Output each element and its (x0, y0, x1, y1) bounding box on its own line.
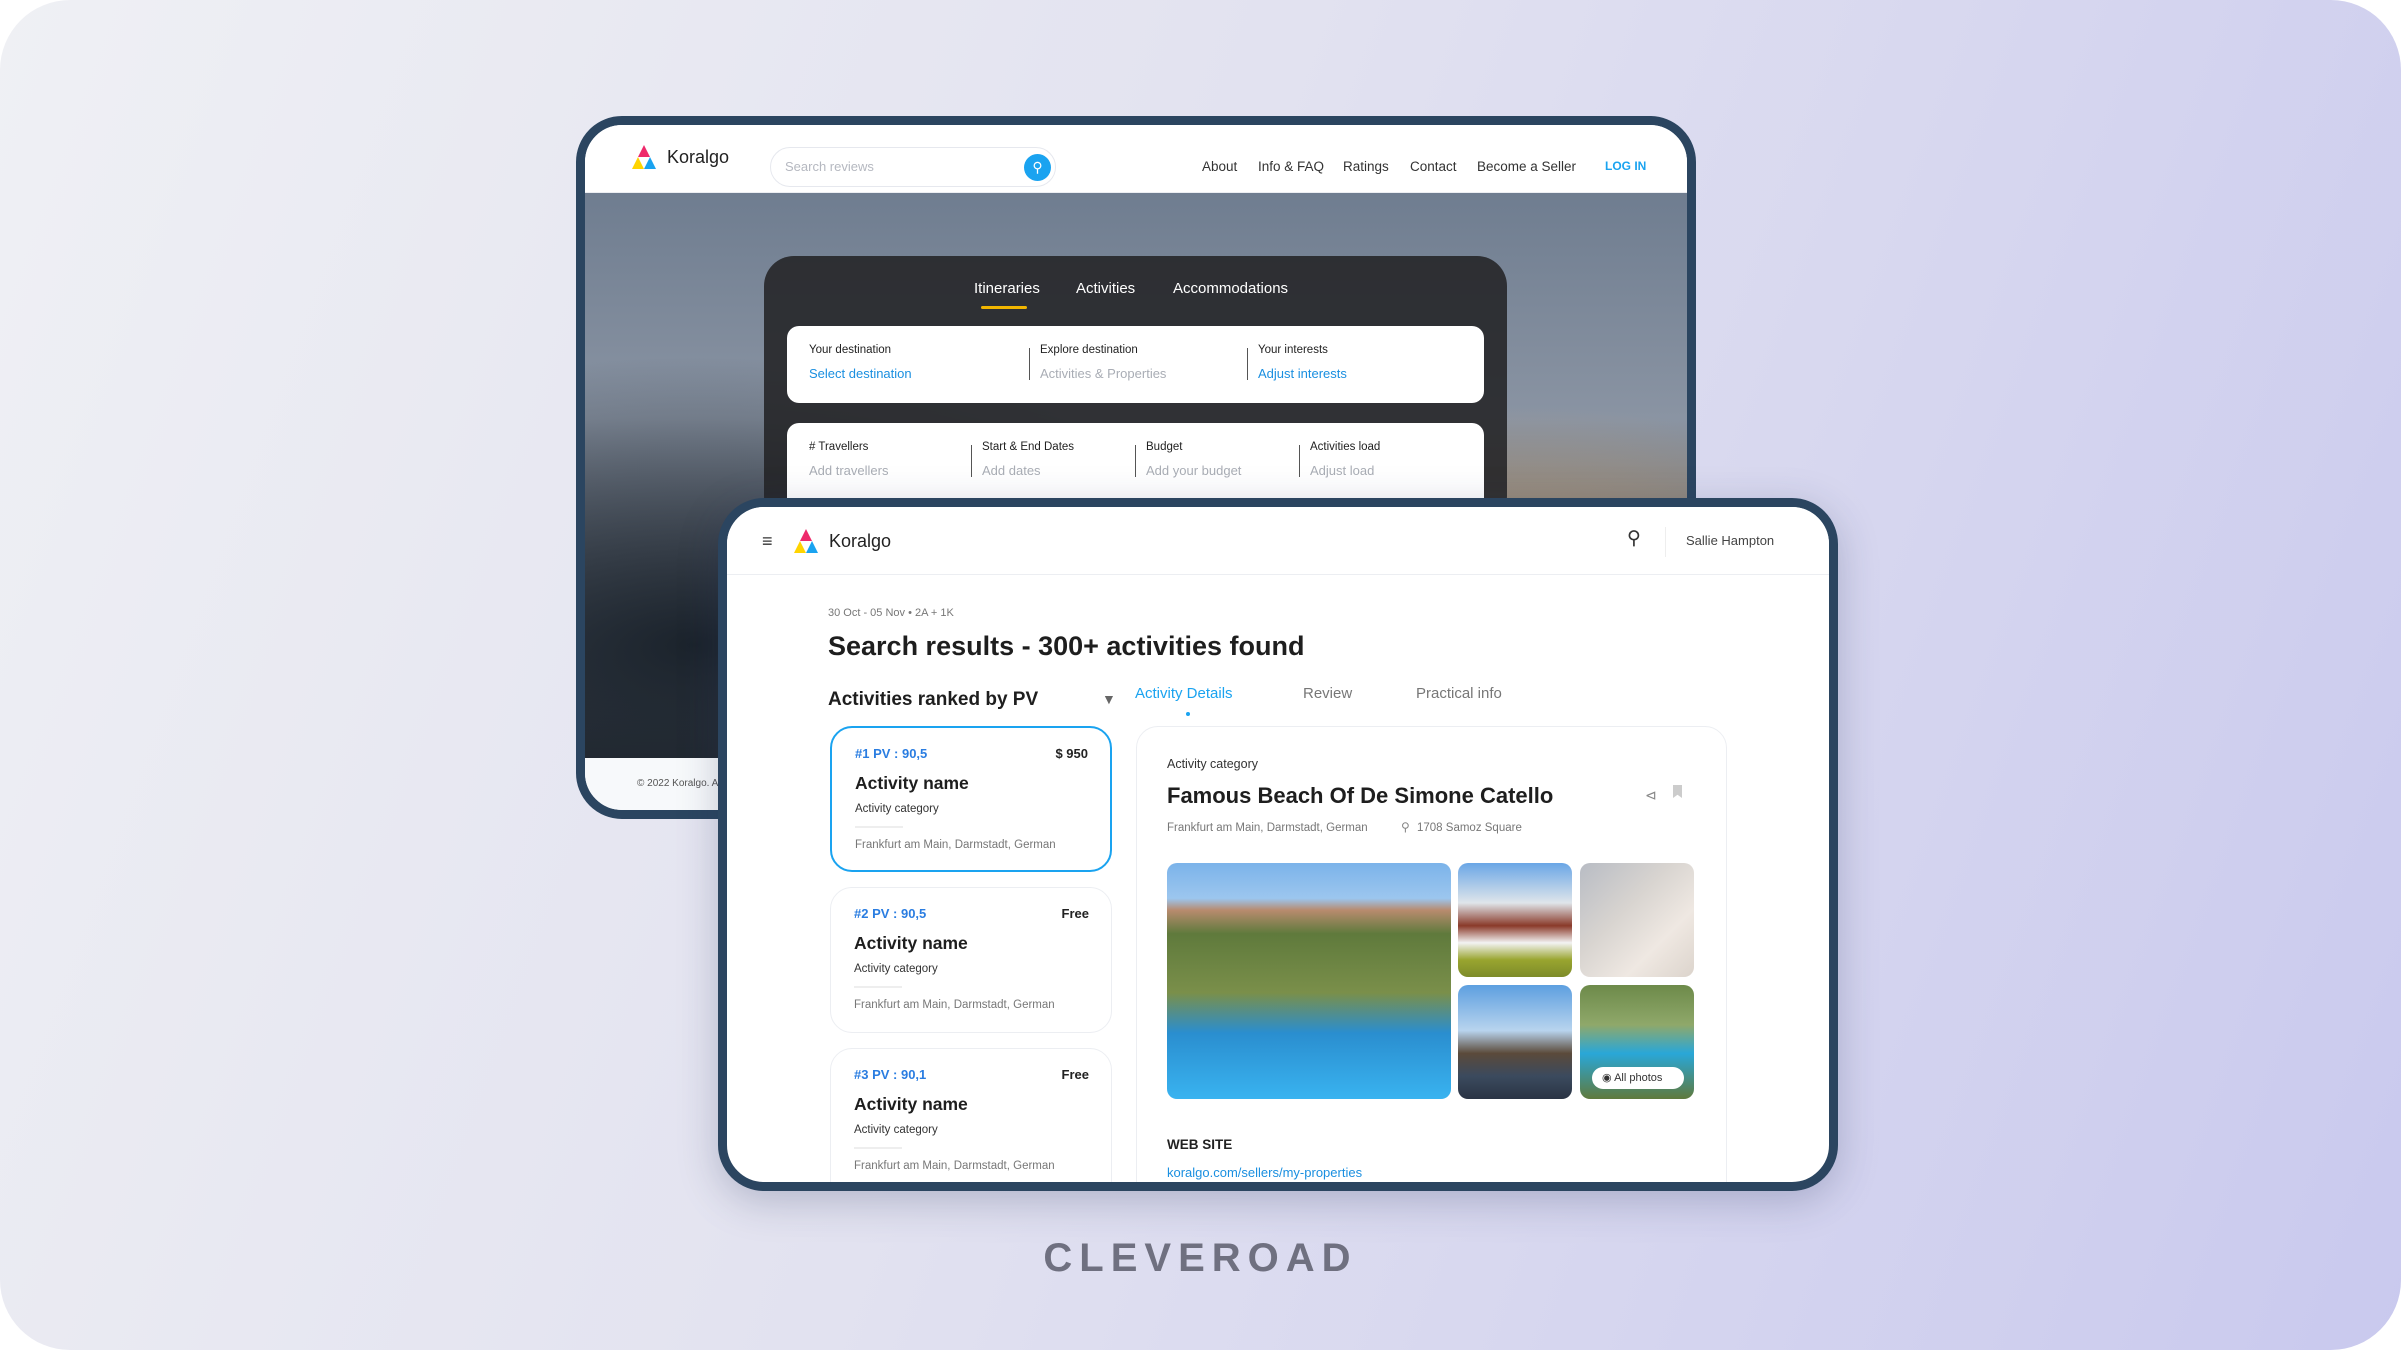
website-link[interactable]: koralgo.com/sellers/my-properties (1167, 1165, 1362, 1180)
divider (1247, 348, 1248, 380)
divider (1029, 348, 1030, 380)
active-tab-dot (1186, 712, 1190, 716)
brand-logo[interactable]: Koralgo (793, 529, 891, 553)
gallery-photo[interactable]: ◉ All photos (1580, 985, 1694, 1099)
date-range: 30 Oct - 05 Nov (828, 607, 906, 619)
detail-location: Frankfurt am Main, Darmstadt, German (1167, 822, 1368, 834)
activities-load-field[interactable]: Adjust load (1310, 463, 1374, 478)
all-photos-button[interactable]: ◉ All photos (1592, 1067, 1684, 1089)
gallery-photo[interactable] (1458, 985, 1572, 1099)
field-label: # Travellers (809, 441, 869, 453)
active-tab-underline (981, 306, 1027, 309)
search-icon[interactable]: ⚲ (1024, 154, 1051, 181)
search-icon[interactable]: ⚲ (1627, 527, 1641, 550)
price: $ 950 (1055, 746, 1088, 761)
detail-category: Activity category (1167, 757, 1259, 771)
tab-practical-info[interactable]: Practical info (1416, 685, 1502, 702)
travellers-field[interactable]: Add travellers (809, 463, 888, 478)
search-input[interactable]: Search reviews ⚲ (770, 147, 1056, 187)
budget-field[interactable]: Add your budget (1146, 463, 1241, 478)
search-placeholder: Search reviews (785, 159, 874, 174)
field-label: Explore destination (1040, 344, 1138, 356)
list-title: Activities ranked by PV (828, 689, 1039, 710)
tablet-mockup: ≡ Koralgo ⚲ Sallie Hampton 30 Oct - 05 N… (718, 498, 1838, 1191)
nav-become-seller[interactable]: Become a Seller (1477, 159, 1576, 174)
page-title: Search results - 300+ activities found (828, 631, 1305, 661)
divider (1665, 527, 1666, 557)
select-destination-field[interactable]: Select destination (809, 366, 912, 381)
destination-card: Your destination Select destination Expl… (787, 326, 1484, 403)
share-icon[interactable]: ⊲ (1645, 787, 1657, 804)
tab-accommodations[interactable]: Accommodations (1173, 280, 1288, 297)
gallery-photo[interactable] (1580, 863, 1694, 977)
activity-category: Activity category (854, 1124, 938, 1136)
search-panel: Itineraries Activities Accommodations Yo… (764, 256, 1507, 526)
brand-name: Koralgo (667, 146, 730, 167)
field-label: Budget (1146, 441, 1183, 453)
activity-location: Frankfurt am Main, Darmstadt, German (854, 1160, 1055, 1172)
activity-category: Activity category (854, 963, 938, 975)
activity-name: Activity name (854, 1094, 968, 1114)
divider (1135, 445, 1136, 477)
map-pin-icon: ⚲ (1401, 820, 1410, 834)
activity-location: Frankfurt am Main, Darmstadt, German (854, 999, 1055, 1011)
filter-icon[interactable]: ▼ (1102, 691, 1116, 707)
activity-detail-panel: Activity category Famous Beach Of De Sim… (1136, 726, 1727, 1182)
tab-activity-details[interactable]: Activity Details (1135, 685, 1233, 702)
brand-logo[interactable]: Koralgo (631, 145, 729, 169)
activity-card[interactable]: #3 PV : 90,1 Free Activity name Activity… (830, 1048, 1112, 1182)
adjust-interests-field[interactable]: Adjust interests (1258, 366, 1347, 381)
field-label: Start & End Dates (982, 441, 1075, 453)
gallery-photo[interactable] (1458, 863, 1572, 977)
top-header: Koralgo Search reviews ⚲ About Info & FA… (585, 125, 1687, 193)
activity-location: Frankfurt am Main, Darmstadt, German (855, 839, 1056, 851)
all-photos-label: All photos (1614, 1072, 1663, 1084)
app-header: ≡ Koralgo ⚲ Sallie Hampton (727, 507, 1829, 575)
price: Free (1061, 906, 1089, 921)
cleveroad-watermark: CLEVEROAD (1043, 1236, 1358, 1280)
tab-activities[interactable]: Activities (1076, 280, 1135, 297)
logo-icon (793, 529, 819, 553)
copyright: © 2022 Koralgo. A (637, 778, 719, 789)
field-label: Your destination (809, 344, 892, 356)
detail-address: 1708 Samoz Square (1417, 822, 1522, 834)
divider (1299, 445, 1300, 477)
brand-name: Koralgo (829, 530, 892, 551)
user-name[interactable]: Sallie Hampton (1686, 533, 1774, 548)
login-link[interactable]: LOG IN (1605, 159, 1646, 173)
field-label: Your interests (1258, 344, 1328, 356)
pv-rank: #1 PV : 90,5 (855, 746, 928, 761)
divider (854, 986, 902, 988)
logo-icon (631, 145, 657, 169)
search-meta: 30 Oct - 05 Nov • 2A + 1K (828, 607, 954, 619)
activity-category: Activity category (855, 803, 939, 815)
website-label: WEB SITE (1167, 1137, 1233, 1152)
activity-name: Activity name (854, 933, 968, 953)
detail-title: Famous Beach Of De Simone Catello (1167, 783, 1554, 808)
hamburger-menu-icon[interactable]: ≡ (762, 531, 773, 552)
pv-rank: #3 PV : 90,1 (854, 1067, 927, 1082)
nav-ratings[interactable]: Ratings (1343, 159, 1389, 174)
activity-card[interactable]: #1 PV : 90,5 $ 950 Activity name Activit… (830, 726, 1112, 872)
tab-itineraries[interactable]: Itineraries (974, 280, 1040, 297)
explore-destination-field[interactable]: Activities & Properties (1040, 366, 1166, 381)
camera-icon: ◉ (1602, 1072, 1612, 1084)
nav-contact[interactable]: Contact (1410, 159, 1457, 174)
tab-review[interactable]: Review (1303, 685, 1352, 702)
guests: 2A + 1K (915, 607, 954, 619)
divider (855, 826, 903, 828)
pv-rank: #2 PV : 90,5 (854, 906, 927, 921)
gallery-main-photo[interactable] (1167, 863, 1451, 1099)
price: Free (1061, 1067, 1089, 1082)
divider (971, 445, 972, 477)
activity-card[interactable]: #2 PV : 90,5 Free Activity name Activity… (830, 887, 1112, 1033)
activity-name: Activity name (855, 773, 969, 793)
divider (854, 1147, 902, 1149)
dates-field[interactable]: Add dates (982, 463, 1041, 478)
bookmark-icon[interactable] (1673, 785, 1682, 798)
nav-info-faq[interactable]: Info & FAQ (1258, 159, 1324, 174)
nav-about[interactable]: About (1202, 159, 1237, 174)
field-label: Activities load (1310, 441, 1381, 453)
